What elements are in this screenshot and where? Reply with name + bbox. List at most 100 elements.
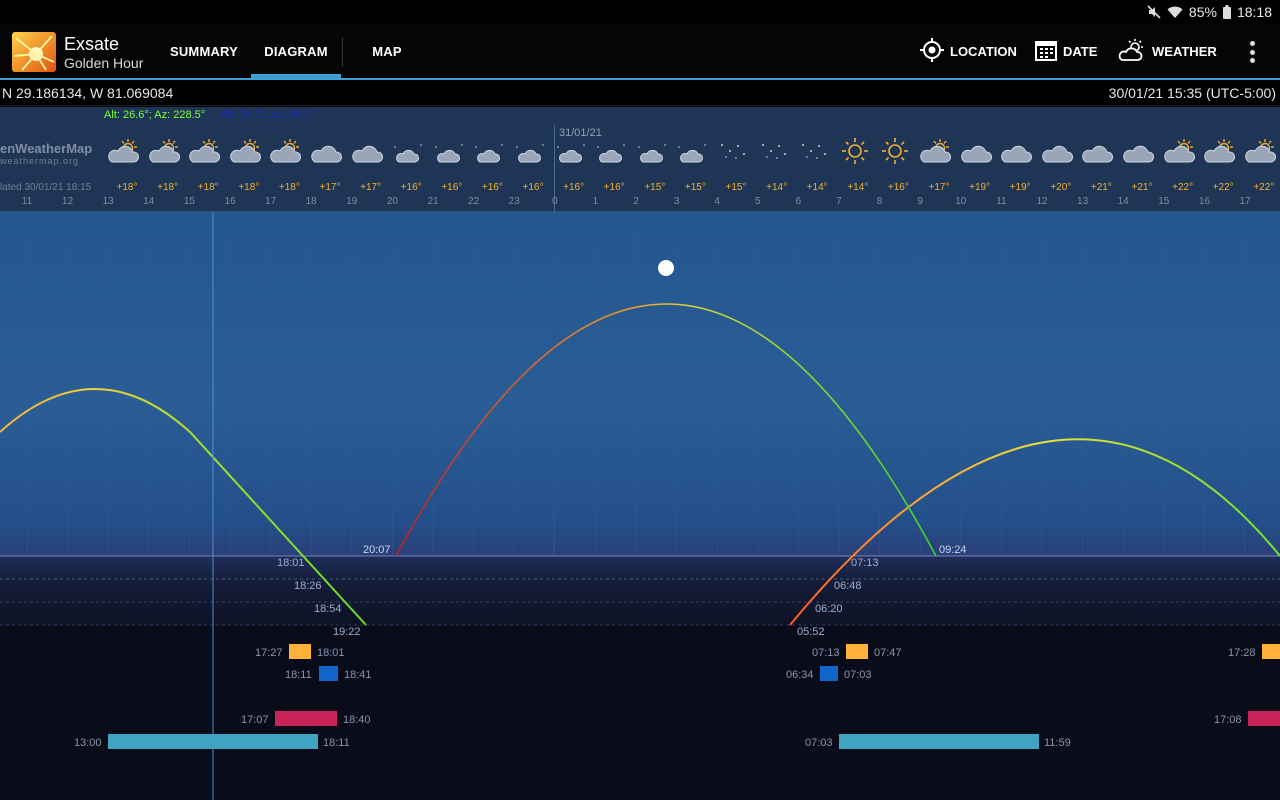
app-bar: Exsate Golden Hour SUMMARY DIAGRAM MAP L… [0,25,1280,80]
golden-hour-next-bar[interactable] [1262,644,1280,659]
forecast-hour: 15 [1158,196,1170,207]
sun-icon [838,137,872,165]
forecast-hour: 17 [1239,196,1251,207]
date-button[interactable]: DATE [1035,25,1097,78]
overflow-menu-icon[interactable] [1248,41,1256,63]
current-datetime[interactable]: 30/01/21 15:35 (UTC-5:00) [1109,85,1276,101]
cloud-icon [310,137,344,165]
tab-diagram[interactable]: DIAGRAM [251,25,341,78]
twilight-area [0,556,1280,626]
forecast-temperature: +18° [116,182,138,193]
sun-cloud-icon [1244,137,1278,165]
forecast-temperature: +22° [1212,182,1234,193]
golden-hour-morning-bar[interactable] [846,644,868,659]
nautical-dawn-time: 06:20 [815,603,843,615]
cloud-icon [1122,137,1156,165]
magic-hour-evening-end: 18:40 [343,714,371,726]
forecast-hour: 16 [224,196,236,207]
forecast-temperature: +19° [1009,182,1031,193]
forecast-hour: 8 [876,196,883,207]
battery-percent: 85% [1188,4,1217,20]
forecast-hour: 9 [917,196,923,207]
magic-hour-evening-bar[interactable] [275,711,337,726]
forecast-temperature: +16° [887,182,909,193]
forecast-temperature: +16° [441,182,463,193]
forecast-hour: 21 [427,196,439,207]
golden-hour-evening-end: 18:01 [317,647,345,659]
forecast-hour: 2 [633,196,639,207]
wifi-icon [1167,6,1183,19]
forecast-temperature: +14° [766,182,788,193]
forecast-temperature: +15° [725,182,747,193]
nautical-dusk-time: 18:54 [314,603,342,615]
sun-cloud-icon [1203,137,1237,165]
forecast-temperature: +15° [684,182,706,193]
forecast-hour: 19 [346,196,358,207]
blue-hour-morning-end: 07:03 [844,669,872,681]
cloud-icon [1081,137,1115,165]
blue-hour-morning-bar[interactable] [820,666,838,681]
cloud-icon [1000,137,1034,165]
weather-icon [1118,39,1146,64]
tab-map[interactable]: MAP [356,25,418,78]
cloud-icon [960,137,994,165]
blue-hour-morning-start: 06:34 [786,669,814,681]
moon-visible-1-end: 18:11 [323,737,350,749]
forecast-hour: 13 [102,196,114,207]
coordinates: N 29.186134, W 81.069084 [2,85,174,101]
night-cloud-icon [432,137,466,165]
night-cloud-icon [472,137,506,165]
location-icon [920,38,944,65]
tab-summary[interactable]: SUMMARY [160,25,248,78]
stars-icon [797,137,831,165]
forecast-temperature: +16° [400,182,422,193]
sun-cloud-icon [229,137,263,165]
magic-hour-evening-start: 17:07 [241,714,269,726]
moon-visible-1-bar[interactable] [108,734,318,749]
blue-hour-evening-start: 18:11 [285,669,312,681]
forecast-temperature: +16° [563,182,585,193]
magic-hour-next-start: 17:08 [1214,714,1242,726]
cloud-icon [351,137,385,165]
weather-label: WEATHER [1152,44,1217,59]
golden-hour-next-start: 17:28 [1228,647,1256,659]
night-cloud-icon [391,137,425,165]
app-title: Exsate [64,34,120,54]
location-button[interactable]: LOCATION [920,25,1017,78]
astronomical-dusk-time: 19:22 [333,626,361,638]
blue-hour-evening-end: 18:41 [344,669,372,681]
app-logo-icon [12,32,56,72]
forecast-hour: 11 [996,196,1007,207]
weather-forecast-strip[interactable]: Alt: 26.6°; Az: 228.5° Alt: 35.7°; Az: 8… [0,107,1280,212]
golden-hour-morning-end: 07:47 [874,647,902,659]
status-icons: 85% 18:18 [1147,4,1272,20]
magic-hour-next-bar[interactable] [1248,711,1280,726]
night-cloud-icon [513,137,547,165]
sky-area [0,212,1280,556]
blue-hour-evening-bar[interactable] [319,666,338,681]
night-cloud-icon [594,137,628,165]
sun-cloud-icon [269,137,303,165]
forecast-hour: 14 [143,196,155,207]
forecast-temperature: +17° [360,182,382,193]
golden-hour-evening-start: 17:27 [255,647,283,659]
golden-hour-morning-start: 07:13 [812,647,840,659]
forecast-hour: 23 [508,196,520,207]
forecast-hour: 0 [552,196,558,207]
forecast-temperature: +15° [644,182,666,193]
forecast-hour: 13 [1077,196,1089,207]
golden-hour-evening-bar[interactable] [289,644,311,659]
sun-cloud-icon [107,137,141,165]
sun-cloud-icon [148,137,182,165]
stars-icon [757,137,791,165]
weather-button[interactable]: WEATHER [1118,25,1217,78]
forecast-temperature: +21° [1131,182,1153,193]
moon-visible-1-start: 13:00 [74,737,102,749]
forecast-hour: 3 [673,196,680,207]
moon-visible-2-bar[interactable] [839,734,1039,749]
sun-cloud-icon [188,137,222,165]
sun-moon-diagram[interactable] [0,212,1280,800]
night-cloud-icon [554,137,588,165]
forecast-hour: 1 [592,196,599,207]
forecast-hour: 10 [955,196,967,207]
